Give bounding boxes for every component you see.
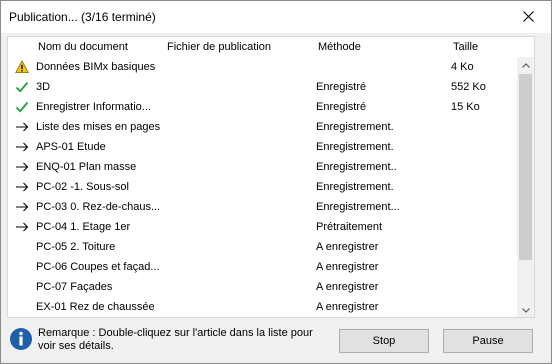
document-list[interactable]: Nom du document Fichier de publication M… [7, 36, 535, 318]
arrow-right-icon [14, 159, 30, 175]
item-name: PC-07 Façades [36, 281, 113, 293]
item-name: PC-04 1. Etage 1er [36, 221, 131, 233]
window-title: Publication... (3/16 terminé) [9, 10, 156, 24]
item-method: Enregistrement. [316, 181, 394, 193]
arrow-right-icon [14, 199, 30, 215]
item-method: A enregistrer [316, 261, 379, 273]
list-item[interactable]: EX-01 Rez de chaussée A enregistrer [8, 297, 518, 317]
item-method: A enregistrer [316, 241, 379, 253]
arrow-right-icon [14, 219, 30, 235]
scroll-up-button[interactable] [517, 57, 534, 74]
column-header-size[interactable]: Taille [453, 41, 478, 53]
pause-button[interactable]: Pause [443, 329, 533, 353]
remark-text: Remarque : Double-cliquez sur l'article … [38, 327, 313, 352]
publication-dialog: Publication... (3/16 terminé) Nom du doc… [0, 0, 552, 364]
list-item[interactable]: 3D Enregistré 552 Ko [8, 77, 518, 97]
checkmark-icon [14, 79, 30, 95]
status-icon-empty [14, 299, 30, 315]
list-item[interactable]: Données BIMx basiques 4 Ko [8, 57, 518, 77]
list-item[interactable]: PC-04 1. Etage 1er Prétraitement [8, 217, 518, 237]
list-item[interactable]: Enregistrer Informatio... Enregistré 15 Ko [8, 97, 518, 117]
list-item[interactable]: PC-02 -1. Sous-sol Enregistrement. [8, 177, 518, 197]
status-icon-empty [14, 259, 30, 275]
footer: Remarque : Double-cliquez sur l'article … [1, 319, 551, 363]
item-name: EX-01 Rez de chaussée [36, 301, 155, 313]
item-method: Prétraitement [316, 221, 383, 233]
chevron-up-icon [521, 63, 530, 68]
item-name: PC-05 2. Toiture [36, 241, 116, 253]
item-method: Enregistrement.. [316, 161, 397, 173]
list-header: Nom du document Fichier de publication M… [8, 37, 518, 57]
column-header-file[interactable]: Fichier de publication [167, 41, 271, 53]
item-name: ENQ-01 Plan masse [36, 161, 137, 173]
item-method: Enregistré [316, 81, 367, 93]
arrow-right-icon [14, 179, 30, 195]
scroll-thumb[interactable] [519, 74, 532, 260]
status-icon-empty [14, 239, 30, 255]
checkmark-icon [14, 99, 30, 115]
item-name: PC-03 0. Rez-de-chaus... [36, 201, 161, 213]
item-size: 15 Ko [451, 101, 480, 113]
item-method: A enregistrer [316, 301, 379, 313]
list-item[interactable]: PC-07 Façades A enregistrer [8, 277, 518, 297]
item-name: PC-06 Coupes et façad... [36, 261, 160, 273]
item-name: 3D [36, 81, 51, 93]
item-method: Enregistrement. [316, 121, 394, 133]
scroll-down-button[interactable] [517, 302, 534, 317]
item-name: Données BIMx basiques [36, 61, 156, 73]
status-icon-empty [14, 279, 30, 295]
column-header-method[interactable]: Méthode [318, 41, 361, 53]
item-name: PC-02 -1. Sous-sol [36, 181, 129, 193]
arrow-right-icon [14, 139, 30, 155]
vertical-scrollbar[interactable] [517, 57, 534, 317]
list-item[interactable]: PC-03 0. Rez-de-chaus... Enregistrement..… [8, 197, 518, 217]
column-header-name[interactable]: Nom du document [38, 41, 128, 53]
close-icon [522, 11, 534, 22]
close-button[interactable] [505, 1, 551, 32]
list-item[interactable]: PC-06 Coupes et façad... A enregistrer [8, 257, 518, 277]
chevron-down-icon [521, 308, 530, 313]
info-icon [10, 328, 32, 350]
list-item[interactable]: Liste des mises en pages Enregistrement. [8, 117, 518, 137]
item-method: A enregistrer [316, 281, 379, 293]
stop-button[interactable]: Stop [339, 329, 429, 353]
item-size: 552 Ko [451, 81, 486, 93]
list-item[interactable]: ENQ-01 Plan masse Enregistrement.. [8, 157, 518, 177]
list-item[interactable]: APS-01 Etude Enregistrement. [8, 137, 518, 157]
item-name: Liste des mises en pages [36, 121, 161, 133]
item-method: Enregistrement. [316, 141, 394, 153]
item-size: 4 Ko [451, 61, 474, 73]
warning-icon [14, 59, 30, 75]
item-method: Enregistrement... [316, 201, 400, 213]
arrow-right-icon [14, 119, 30, 135]
title-bar: Publication... (3/16 terminé) [1, 1, 551, 33]
item-method: Enregistré [316, 101, 367, 113]
item-name: Enregistrer Informatio... [36, 101, 151, 113]
item-name: APS-01 Etude [36, 141, 106, 153]
list-item[interactable]: PC-05 2. Toiture A enregistrer [8, 237, 518, 257]
